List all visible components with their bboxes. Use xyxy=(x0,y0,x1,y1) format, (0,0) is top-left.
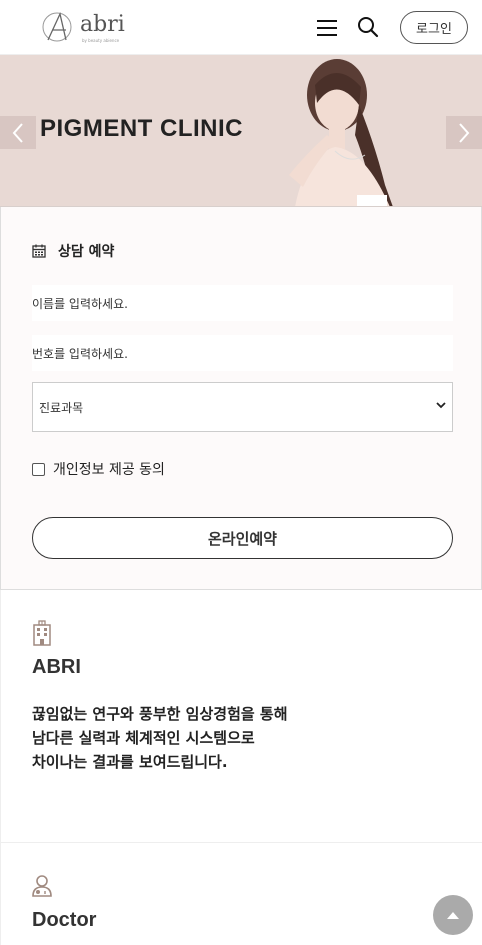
abri-description-line: 남다른 실력과 체계적인 시스템으로 xyxy=(32,729,255,747)
abri-description-line: 끊임없는 연구와 풍부한 임상경험을 통해 xyxy=(32,705,288,723)
phone-input[interactable]: 번호를 입력하세요. xyxy=(32,335,453,371)
reservation-header: 상담 예약 xyxy=(32,241,114,261)
abri-section: ABRI 끊임없는 연구와 풍부한 임상경험을 통해 남다른 실력과 체계적인 … xyxy=(0,590,482,843)
abri-description: 끊임없는 연구와 풍부한 임상경험을 통해 남다른 실력과 체계적인 시스템으로… xyxy=(32,702,288,774)
scroll-top-button[interactable] xyxy=(433,895,473,935)
chevron-right-icon xyxy=(459,122,470,143)
name-input[interactable]: 이름를 입력하세요. xyxy=(32,285,453,321)
chevron-left-icon xyxy=(12,122,23,143)
abri-description-line: 차이나는 결과를 보여드립니다. xyxy=(32,753,228,771)
chevron-down-icon xyxy=(436,402,446,409)
hospital-building-icon xyxy=(33,620,51,646)
login-button[interactable]: 로그인 xyxy=(400,11,468,44)
department-select-value: 진료과목 xyxy=(39,400,84,415)
privacy-checkbox[interactable] xyxy=(32,462,45,476)
caret-up-icon xyxy=(447,912,459,919)
privacy-consent[interactable]: 개인정보 제공 동의 xyxy=(32,459,165,479)
menu-icon[interactable] xyxy=(317,20,339,37)
logo-subtext: by beauty abience xyxy=(82,38,120,43)
logo-text: abri xyxy=(80,12,125,37)
reservation-title: 상담 예약 xyxy=(58,244,115,260)
model-image xyxy=(289,59,393,206)
doctor-section-title: Doctor xyxy=(32,909,97,931)
hero-banner: PIGMENT CLINIC xyxy=(0,55,482,207)
hero-title: PIGMENT CLINIC xyxy=(40,115,243,142)
prev-slide-button[interactable] xyxy=(0,116,36,149)
site-header: abri by beauty abience 로그인 xyxy=(0,0,482,55)
search-icon[interactable] xyxy=(357,16,379,38)
abri-section-title: ABRI xyxy=(32,656,81,678)
doctor-icon xyxy=(32,875,52,897)
department-select[interactable]: 진료과목 xyxy=(32,382,453,432)
privacy-consent-label: 개인정보 제공 동의 xyxy=(53,462,165,478)
doctor-section: Doctor xyxy=(0,843,482,945)
reservation-form: 상담 예약 이름를 입력하세요. 번호를 입력하세요. 진료과목 개인정보 제공… xyxy=(0,207,482,590)
logo-mark-icon xyxy=(42,12,72,42)
next-slide-button[interactable] xyxy=(446,116,482,149)
online-reservation-button[interactable]: 온라인예약 xyxy=(32,517,453,559)
calendar-icon xyxy=(32,244,46,258)
